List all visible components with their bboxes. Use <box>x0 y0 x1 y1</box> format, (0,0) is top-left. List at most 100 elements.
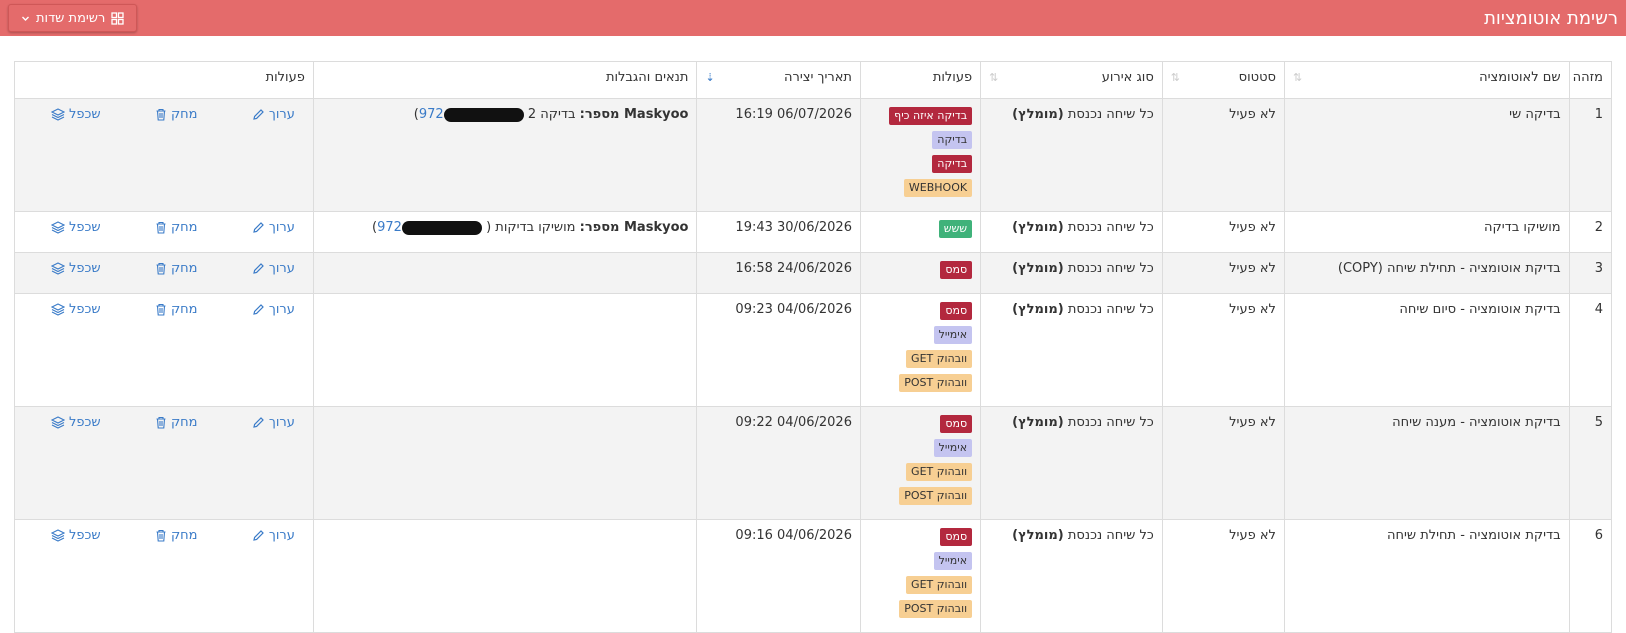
page-title: רשימת אוטומציות <box>1484 7 1618 29</box>
cell-event: כל שיחה נכנסת (מומלץ) <box>980 98 1163 212</box>
cell-created: 04/06/2026 09:16 <box>696 519 861 633</box>
delete-link[interactable]: מחק <box>155 261 198 276</box>
sort-icon[interactable]: ⇅ <box>1171 71 1180 84</box>
action-badge: אימייל <box>933 326 973 344</box>
cell-status: לא פעיל <box>1161 519 1285 633</box>
cell-event: כל שיחה נכנסת (מומלץ) <box>980 406 1163 520</box>
col-actions: פעולות <box>859 61 982 99</box>
action-badge: WEBHOOK <box>903 179 973 197</box>
trash-icon <box>156 416 166 429</box>
cell-ops: ערוך מחק שכפל <box>14 406 314 520</box>
cell-ops: ערוך מחק שכפל <box>14 211 314 253</box>
pencil-icon <box>253 417 264 428</box>
action-badge: וובהוק GET <box>906 463 973 481</box>
action-badge: ששש <box>938 220 973 238</box>
col-conditions: תנאים והגבלות <box>312 61 698 99</box>
cell-status: לא פעיל <box>1161 293 1285 407</box>
automations-table-wrapper: מזהה שם לאוטומציה ⇅ סטטוס ⇅ סוג אירוע ⇅ פעו… <box>14 61 1613 633</box>
delete-link[interactable]: מחק <box>155 107 198 122</box>
cell-id: 4 <box>1568 293 1613 407</box>
cell-conditions <box>312 519 698 633</box>
automations-table: מזהה שם לאוטומציה ⇅ סטטוס ⇅ סוג אירוע ⇅ פעו… <box>14 61 1613 633</box>
layers-icon <box>51 529 66 542</box>
duplicate-link[interactable]: שכפל <box>51 261 101 276</box>
action-badge: אימייל <box>933 552 973 570</box>
cell-ops: ערוך מחק שכפל <box>14 252 314 294</box>
action-badge: סמס <box>940 415 973 433</box>
cell-status: לא פעיל <box>1161 252 1285 294</box>
col-status[interactable]: סטטוס ⇅ <box>1161 61 1285 99</box>
pencil-icon <box>253 304 264 315</box>
sort-icon[interactable]: ⇅ <box>1293 71 1302 84</box>
cell-actions: ששש <box>859 211 982 253</box>
action-badge: וובהוק GET <box>906 350 973 368</box>
cell-name: בדיקת אוטומציה - סיום שיחה <box>1283 293 1570 407</box>
delete-link[interactable]: מחק <box>155 302 198 317</box>
duplicate-link[interactable]: שכפל <box>51 415 101 430</box>
cell-actions: סמס אימייל וובהוק GET וובהוק POST <box>859 406 982 520</box>
edit-link[interactable]: ערוך <box>252 107 295 122</box>
cell-actions: סמס <box>859 252 982 294</box>
duplicate-link[interactable]: שכפל <box>51 220 101 235</box>
cell-created: 30/06/2026 19:43 <box>696 211 861 253</box>
cell-conditions: Maskyoo מספר: בדיקה 2 972) <box>312 98 698 212</box>
fields-list-label: רשימת שדות <box>36 10 106 26</box>
pencil-icon <box>253 530 264 541</box>
cell-created: 04/06/2026 09:23 <box>696 293 861 407</box>
pencil-icon <box>253 109 264 120</box>
redacted-phone <box>401 220 482 235</box>
condition-text: Maskyoo מספר: מושיקו בדיקות ( 972) <box>372 220 689 235</box>
top-bar: רשימת אוטומציות רשימת שדות <box>0 0 1626 36</box>
table-row: 6 בדיקת אוטומציה - תחילת שיחה לא פעיל כל… <box>14 519 1613 633</box>
table-header-row: מזהה שם לאוטומציה ⇅ סטטוס ⇅ סוג אירוע ⇅ פעו… <box>14 61 1613 99</box>
table-body: 1 בדיקה שי לא פעיל כל שיחה נכנסת (מומלץ)… <box>14 98 1613 633</box>
edit-link[interactable]: ערוך <box>252 415 295 430</box>
sort-desc-icon[interactable]: ⇣ <box>705 71 714 84</box>
table-row: 3 בדיקת אוטומציה - תחילת שיחה (COPY) לא … <box>14 252 1613 294</box>
cell-event: כל שיחה נכנסת (מומלץ) <box>980 293 1163 407</box>
sort-icon[interactable]: ⇅ <box>989 71 998 84</box>
col-event-type[interactable]: סוג אירוע ⇅ <box>980 61 1163 99</box>
edit-link[interactable]: ערוך <box>252 302 295 317</box>
layers-icon <box>51 108 66 121</box>
col-id[interactable]: מזהה <box>1568 61 1613 99</box>
cell-id: 6 <box>1568 519 1613 633</box>
layers-icon <box>51 262 66 275</box>
edit-link[interactable]: ערוך <box>252 261 295 276</box>
action-badge: סמס <box>940 528 973 546</box>
cell-actions: סמס אימייל וובהוק GET וובהוק POST <box>859 519 982 633</box>
pencil-icon <box>253 263 264 274</box>
cell-event: כל שיחה נכנסת (מומלץ) <box>980 519 1163 633</box>
edit-link[interactable]: ערוך <box>252 528 295 543</box>
action-badge: וובהוק POST <box>899 487 973 505</box>
cell-name: בדיקת אוטומציה - תחילת שיחה <box>1283 519 1570 633</box>
delete-link[interactable]: מחק <box>155 220 198 235</box>
duplicate-link[interactable]: שכפל <box>51 528 101 543</box>
trash-icon <box>156 303 166 316</box>
cell-id: 3 <box>1568 252 1613 294</box>
action-badge: סמס <box>940 302 973 320</box>
table-row: 1 בדיקה שי לא פעיל כל שיחה נכנסת (מומלץ)… <box>14 98 1613 212</box>
cell-name: בדיקה שי <box>1283 98 1570 212</box>
col-name[interactable]: שם לאוטומציה ⇅ <box>1283 61 1570 99</box>
cell-event: כל שיחה נכנסת (מומלץ) <box>980 252 1163 294</box>
fields-list-button[interactable]: רשימת שדות <box>8 4 138 32</box>
action-badge: בדיקה <box>932 131 973 149</box>
delete-link[interactable]: מחק <box>155 415 198 430</box>
trash-icon <box>156 262 166 275</box>
cell-name: מושיקו בדיקה <box>1283 211 1570 253</box>
action-badge: בדיקה <box>932 155 973 173</box>
redacted-phone <box>443 107 524 122</box>
trash-icon <box>156 529 166 542</box>
cell-conditions <box>312 252 698 294</box>
edit-link[interactable]: ערוך <box>252 220 295 235</box>
layers-icon <box>51 416 66 429</box>
delete-link[interactable]: מחק <box>155 528 198 543</box>
action-badge: אימייל <box>933 439 973 457</box>
duplicate-link[interactable]: שכפל <box>51 107 101 122</box>
cell-event: כל שיחה נכנסת (מומלץ) <box>980 211 1163 253</box>
cell-conditions <box>312 406 698 520</box>
col-created[interactable]: תאריך יצירה ⇣ <box>696 61 861 99</box>
duplicate-link[interactable]: שכפל <box>51 302 101 317</box>
table-row: 4 בדיקת אוטומציה - סיום שיחה לא פעיל כל … <box>14 293 1613 407</box>
